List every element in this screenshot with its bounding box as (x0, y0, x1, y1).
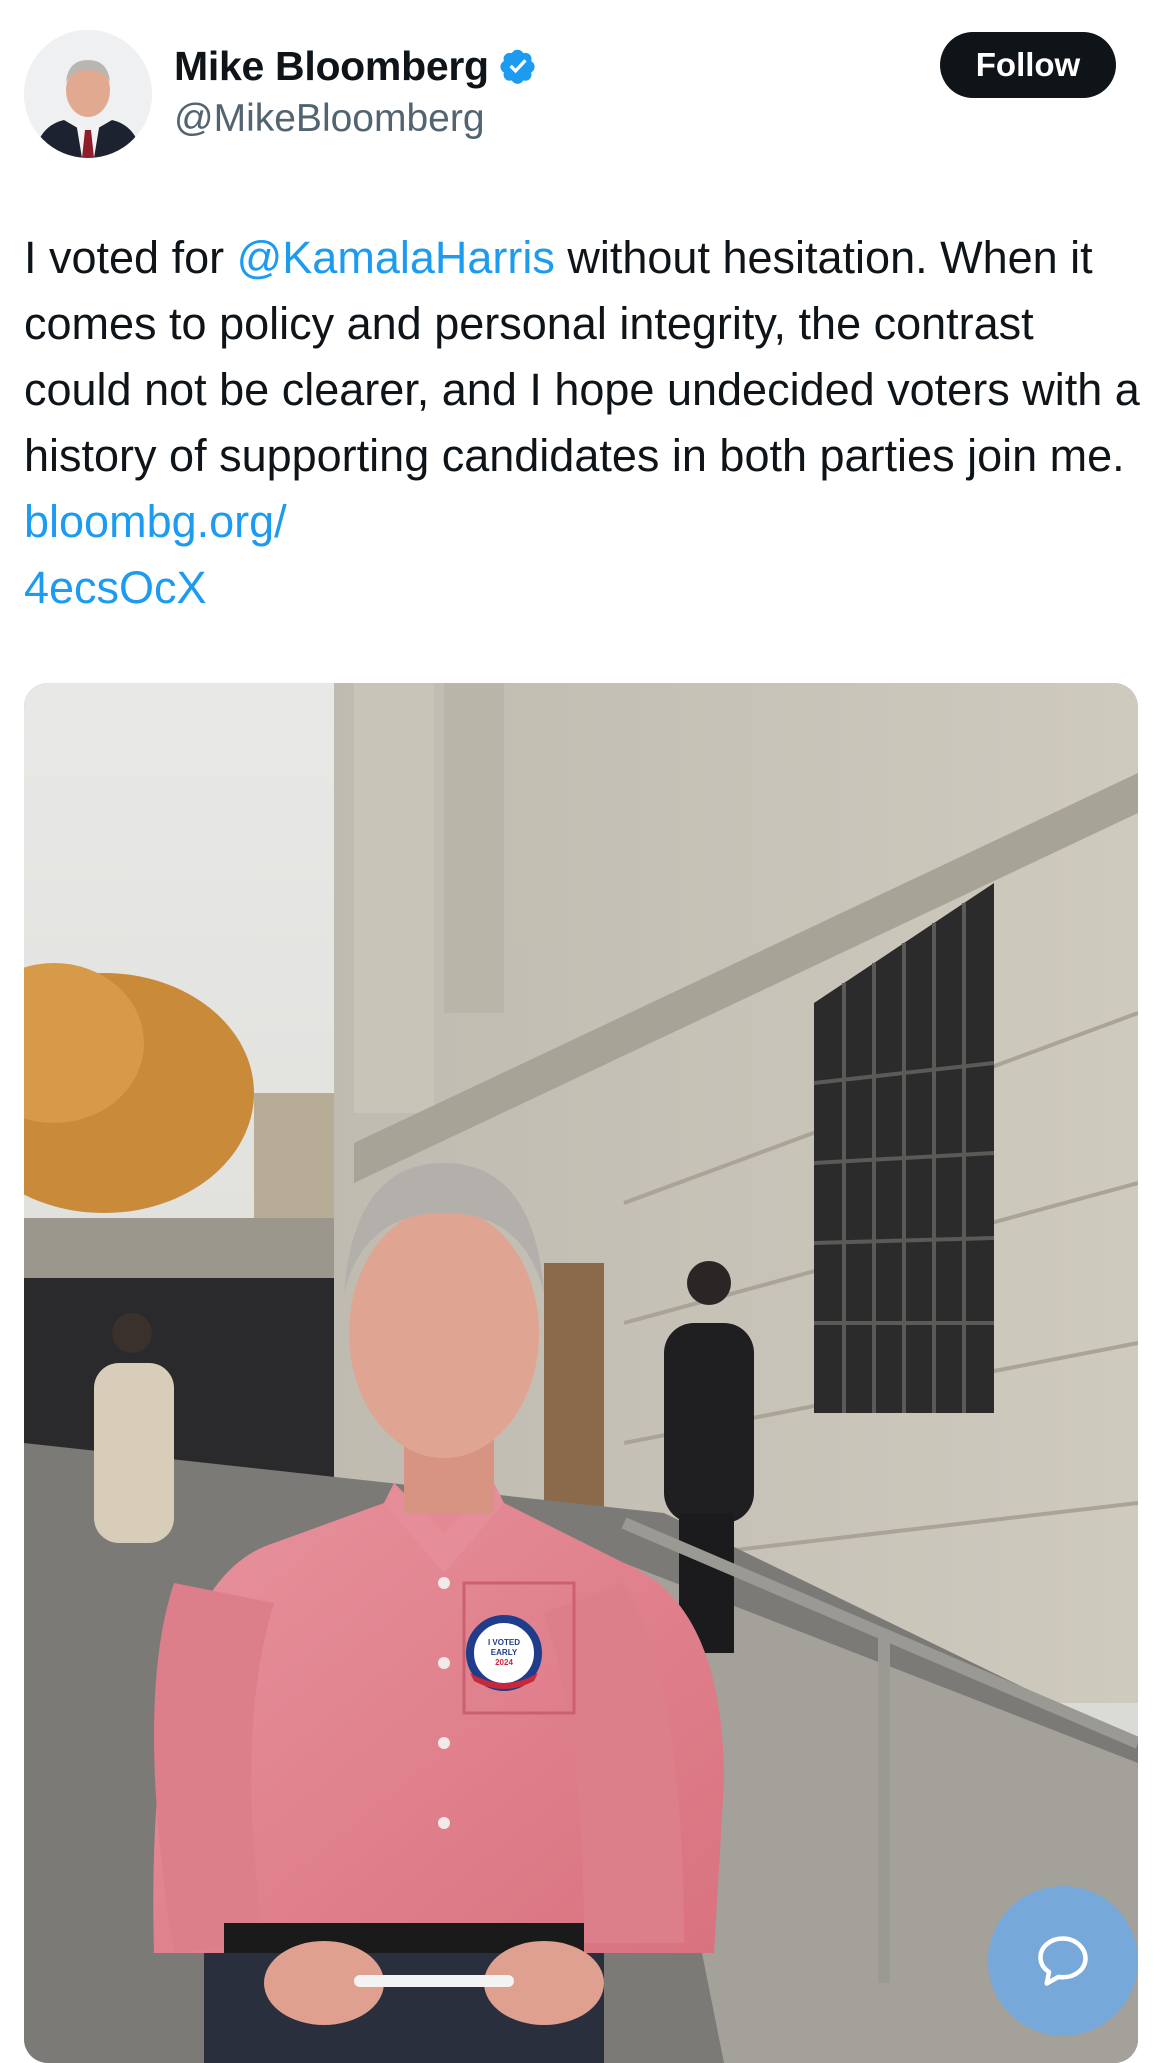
verified-badge-icon (500, 49, 535, 84)
tweet-photo[interactable]: I VOTED EARLY 2024 (24, 683, 1138, 2063)
mention-link[interactable]: @KamalaHarris (237, 232, 555, 283)
url-link-line2: 4ecsOcX (24, 562, 207, 613)
chat-button[interactable] (988, 1886, 1138, 2036)
user-handle[interactable]: @MikeBloomberg (174, 97, 485, 141)
sticker-line3: 2024 (495, 1658, 513, 1667)
tweet-text: I voted for @KamalaHarris without hesita… (24, 225, 1144, 621)
sticker-line2: EARLY (491, 1648, 518, 1657)
avatar-image (24, 30, 152, 158)
sticker-line1: I VOTED (488, 1638, 520, 1647)
display-name[interactable]: Mike Bloomberg (174, 43, 489, 90)
follow-button[interactable]: Follow (940, 32, 1116, 98)
name-row: Mike Bloomberg (174, 40, 537, 92)
chat-bubble-icon (1038, 1936, 1088, 1986)
url-link-line1: bloombg.org/ (24, 496, 287, 547)
voted-sticker: I VOTED EARLY 2024 (466, 1615, 542, 1691)
avatar[interactable] (24, 30, 152, 158)
photo-image: I VOTED EARLY 2024 (24, 683, 1138, 2063)
tweet-text-part1: I voted for (24, 232, 237, 283)
tweet-header: Mike Bloomberg @MikeBloomberg Follow (0, 0, 1162, 170)
url-link[interactable]: bloombg.org/4ecsOcX (24, 496, 287, 613)
